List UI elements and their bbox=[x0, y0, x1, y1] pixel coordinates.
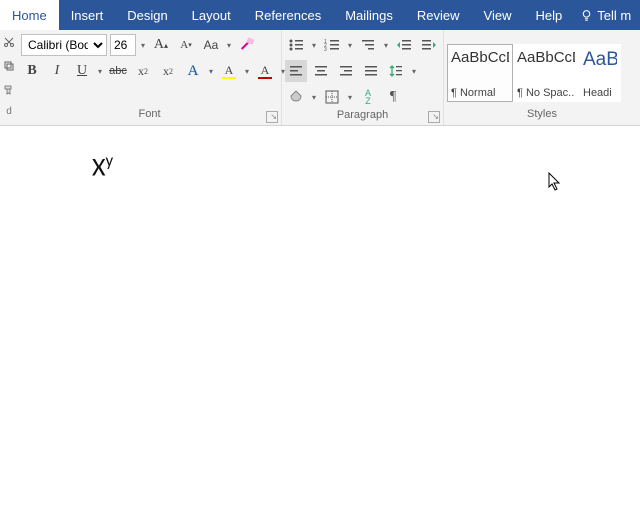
shading-button[interactable] bbox=[285, 86, 307, 108]
font-color-button[interactable]: A bbox=[254, 60, 276, 82]
lightbulb-icon bbox=[580, 9, 593, 22]
tab-view[interactable]: View bbox=[472, 0, 524, 30]
sort-button[interactable]: AZ bbox=[357, 86, 379, 108]
decrease-indent-button[interactable] bbox=[393, 34, 415, 56]
tell-me-label: Tell m bbox=[597, 8, 631, 23]
paragraph-dialog-launcher[interactable]: ↘ bbox=[428, 111, 440, 123]
show-hide-marks-button[interactable]: ¶ bbox=[382, 86, 404, 108]
clipboard-label-fragment: d bbox=[6, 106, 12, 117]
paragraph-group: 123 bbox=[282, 30, 444, 125]
borders-button[interactable] bbox=[321, 86, 343, 108]
cut-button[interactable] bbox=[1, 34, 17, 50]
align-left-button[interactable] bbox=[285, 60, 307, 82]
underline-button[interactable]: U bbox=[71, 60, 93, 82]
ribbon: d Calibri (Body) A▴ A▾ Aa bbox=[0, 30, 640, 126]
styles-group: AaBbCcDc ¶ Normal AaBbCcDc ¶ No Spac... … bbox=[444, 30, 640, 125]
line-spacing-button[interactable] bbox=[385, 60, 407, 82]
paragraph-group-label: Paragraph ↘ bbox=[282, 108, 443, 125]
font-group-label: Font ↘ bbox=[18, 107, 281, 125]
numbering-dropdown[interactable] bbox=[346, 34, 354, 56]
font-name-select[interactable]: Calibri (Body) bbox=[21, 34, 107, 56]
numbering-button[interactable]: 123 bbox=[321, 34, 343, 56]
shading-dropdown[interactable] bbox=[310, 86, 318, 108]
underline-dropdown[interactable] bbox=[96, 60, 104, 82]
multilevel-list-dropdown[interactable] bbox=[382, 34, 390, 56]
superscript-button[interactable]: x2 bbox=[157, 60, 179, 82]
change-case-dropdown[interactable] bbox=[225, 34, 233, 56]
italic-button[interactable]: I bbox=[46, 60, 68, 82]
tell-me-search[interactable]: Tell m bbox=[574, 0, 640, 30]
tab-review[interactable]: Review bbox=[405, 0, 472, 30]
multilevel-list-button[interactable] bbox=[357, 34, 379, 56]
borders-dropdown[interactable] bbox=[346, 86, 354, 108]
format-painter-button[interactable] bbox=[1, 82, 17, 98]
grow-font-button[interactable]: A▴ bbox=[150, 34, 172, 56]
subscript-button[interactable]: x2 bbox=[132, 60, 154, 82]
clear-formatting-button[interactable] bbox=[236, 34, 258, 56]
increase-indent-button[interactable] bbox=[418, 34, 440, 56]
text-effects-dropdown[interactable] bbox=[207, 60, 215, 82]
clipboard-group-edge: d bbox=[0, 30, 18, 125]
line-spacing-dropdown[interactable] bbox=[410, 60, 418, 82]
bold-button[interactable]: B bbox=[21, 60, 43, 82]
tab-layout[interactable]: Layout bbox=[180, 0, 243, 30]
font-size-input[interactable] bbox=[110, 34, 136, 56]
tab-references[interactable]: References bbox=[243, 0, 333, 30]
tab-mailings[interactable]: Mailings bbox=[333, 0, 405, 30]
styles-group-label: Styles bbox=[444, 107, 640, 125]
highlight-dropdown[interactable] bbox=[243, 60, 251, 82]
copy-button[interactable] bbox=[1, 58, 17, 74]
style-heading1[interactable]: AaB Headi bbox=[579, 44, 621, 102]
align-right-button[interactable] bbox=[335, 60, 357, 82]
font-size-dropdown[interactable] bbox=[139, 34, 147, 56]
style-no-spacing[interactable]: AaBbCcDc ¶ No Spac... bbox=[513, 44, 579, 102]
shrink-font-button[interactable]: A▾ bbox=[175, 34, 197, 56]
tab-help[interactable]: Help bbox=[523, 0, 574, 30]
align-center-button[interactable] bbox=[310, 60, 332, 82]
highlight-button[interactable]: A bbox=[218, 60, 240, 82]
justify-button[interactable] bbox=[360, 60, 382, 82]
ribbon-tabs: Home Insert Design Layout References Mai… bbox=[0, 0, 640, 30]
document-area[interactable]: Xy bbox=[0, 126, 640, 520]
bullets-button[interactable] bbox=[285, 34, 307, 56]
tab-design[interactable]: Design bbox=[115, 0, 179, 30]
tab-insert[interactable]: Insert bbox=[59, 0, 116, 30]
bullets-dropdown[interactable] bbox=[310, 34, 318, 56]
svg-text:3: 3 bbox=[324, 47, 327, 52]
document-text[interactable]: Xy bbox=[92, 150, 113, 183]
tab-home[interactable]: Home bbox=[0, 0, 59, 30]
style-normal[interactable]: AaBbCcDc ¶ Normal bbox=[447, 44, 513, 102]
change-case-button[interactable]: Aa bbox=[200, 34, 222, 56]
text-effects-button[interactable]: A bbox=[182, 60, 204, 82]
strikethrough-button[interactable]: abc bbox=[107, 60, 129, 82]
font-group: Calibri (Body) A▴ A▾ Aa B I U bbox=[18, 30, 282, 125]
font-dialog-launcher[interactable]: ↘ bbox=[266, 111, 278, 123]
